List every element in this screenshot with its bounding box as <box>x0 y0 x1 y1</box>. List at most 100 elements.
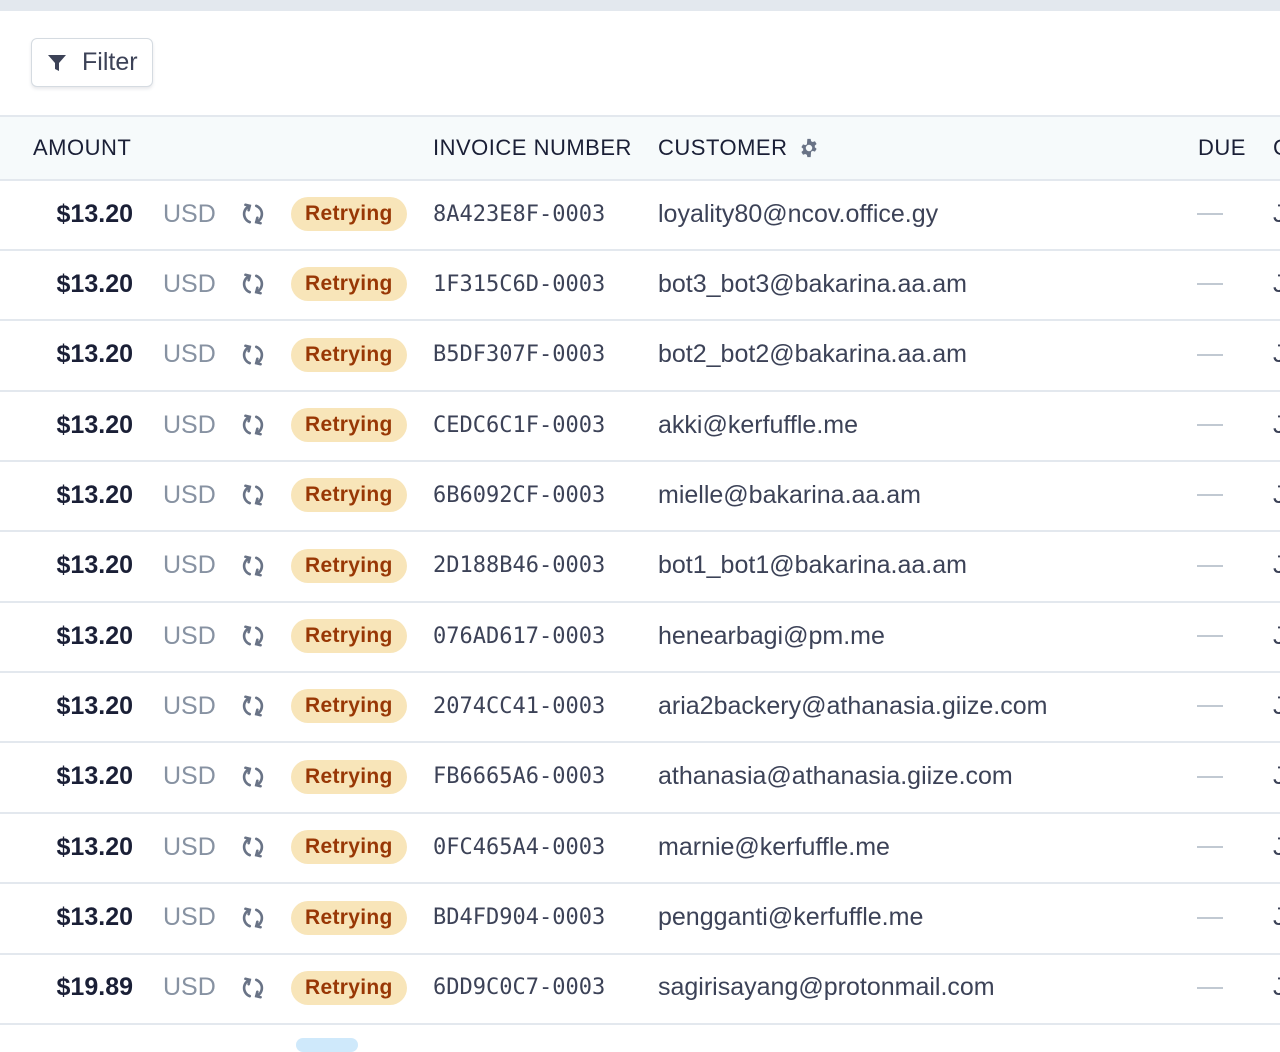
customer-email: loyality80@ncov.office.gy <box>658 199 939 228</box>
table-row[interactable]: $13.20 USD Retrying CEDC6C1F-0003 akki@kerfu… <box>0 390 1280 463</box>
invoice-number: 2D188B46-0003 <box>433 553 606 579</box>
column-header-customer[interactable]: CUSTOMER <box>658 117 820 179</box>
table-header: AMOUNT INVOICE NUMBER CUSTOMER DUE C <box>0 117 1280 181</box>
due-dash-icon <box>1197 705 1223 708</box>
invoice-number: 0FC465A4-0003 <box>433 834 606 860</box>
amount-value: $13.20 <box>56 832 133 861</box>
customer-email: mielle@bakarina.aa.am <box>658 480 922 509</box>
invoice-number: 8A423E8F-0003 <box>433 201 606 227</box>
currency-code: USD <box>163 551 216 580</box>
status-badge: Retrying <box>291 390 407 460</box>
gear-icon[interactable] <box>798 137 820 159</box>
table-row[interactable]: $13.20 USD Retrying 0FC465A4-0003 marnie@ker… <box>0 812 1280 885</box>
status-badge: Retrying <box>291 601 407 671</box>
table-row[interactable]: $13.20 USD Retrying FB6665A6-0003 athanasia@… <box>0 742 1280 814</box>
currency-code: USD <box>163 903 216 931</box>
filter-button-label: Filter <box>82 48 138 76</box>
table-row[interactable]: $13.20 USD Retrying 1F315C6D-0003 bot3_bot3@… <box>0 249 1280 322</box>
next-column-value: J <box>1273 340 1280 369</box>
column-header-due[interactable]: DUE <box>1198 117 1246 179</box>
retry-icon <box>240 531 266 601</box>
status-badge-label: Retrying <box>291 478 407 513</box>
status-badge: Retrying <box>291 742 407 812</box>
retry-icon <box>240 460 266 530</box>
next-column-value: J <box>1273 903 1280 931</box>
customer-email: akki@kerfuffle.me <box>658 410 858 439</box>
customer-email: athanasia@athanasia.giize.com <box>658 762 1013 791</box>
status-badge-label: Retrying <box>291 759 407 794</box>
retry-icon <box>240 179 266 249</box>
status-badge: Retrying <box>291 671 407 741</box>
amount-value: $13.20 <box>56 199 133 228</box>
due-dash-icon <box>1197 986 1223 989</box>
due-empty-dash <box>1197 883 1223 953</box>
due-empty-dash <box>1197 179 1223 249</box>
top-border-strip <box>0 0 1280 11</box>
customer-email: bot2_bot2@bakarina.aa.am <box>658 340 967 369</box>
due-dash-icon <box>1197 846 1223 849</box>
next-column-value: J <box>1273 410 1280 439</box>
amount-value: $13.20 <box>56 340 133 369</box>
table-row[interactable]: $19.89 USD Retrying 6DD9C0C7-0003 sagirisaya… <box>0 953 1280 1025</box>
currency-code: USD <box>163 410 216 439</box>
next-column-value: J <box>1273 973 1280 1002</box>
column-header-amount[interactable]: AMOUNT <box>33 117 131 179</box>
retry-icon <box>240 601 266 671</box>
status-badge: Retrying <box>291 531 407 601</box>
retry-icon <box>240 390 266 460</box>
retry-icon <box>240 953 266 1023</box>
table-row[interactable]: $13.20 USD Retrying 076AD617-0003 henearbagi… <box>0 601 1280 674</box>
status-badge-label: Retrying <box>291 408 407 443</box>
filter-funnel-icon <box>46 52 68 74</box>
table-row[interactable]: $13.20 USD Retrying BD4FD904-0003 pengganti@… <box>0 883 1280 955</box>
table-row[interactable]: $13.20 USD Retrying 2D188B46-0003 bot1_bot1@… <box>0 531 1280 603</box>
table-row[interactable]: $13.20 USD Retrying 8A423E8F-0003 loyality80… <box>0 179 1280 251</box>
column-header-next[interactable]: C <box>1273 117 1280 179</box>
filter-button[interactable]: Filter <box>31 38 153 87</box>
status-badge-label: Retrying <box>291 548 407 583</box>
invoice-number: B5DF307F-0003 <box>433 342 606 368</box>
amount-value: $13.20 <box>56 903 133 931</box>
due-dash-icon <box>1197 635 1223 638</box>
customer-email: sagirisayang@protonmail.com <box>658 973 995 1002</box>
status-badge: Retrying <box>291 812 407 882</box>
status-badge-label: Retrying <box>291 267 407 302</box>
due-empty-dash <box>1197 460 1223 530</box>
invoice-number: 2074CC41-0003 <box>433 693 606 719</box>
currency-code: USD <box>163 621 216 650</box>
table-row[interactable]: $13.20 USD Retrying 2074CC41-0003 aria2backe… <box>0 671 1280 744</box>
table-row[interactable]: $13.20 USD Retrying B5DF307F-0003 bot2_bot2@… <box>0 320 1280 392</box>
due-empty-dash <box>1197 953 1223 1023</box>
next-column-value: J <box>1273 199 1280 228</box>
status-badge: Retrying <box>291 249 407 319</box>
due-empty-dash <box>1197 812 1223 882</box>
invoice-number: 1F315C6D-0003 <box>433 271 606 297</box>
next-column-value: J <box>1273 269 1280 298</box>
due-dash-icon <box>1197 775 1223 778</box>
status-badge: Retrying <box>291 179 407 249</box>
amount-value: $13.20 <box>56 762 133 791</box>
customer-email: henearbagi@pm.me <box>658 621 885 650</box>
table-row[interactable]: $13.20 USD Retrying 6B6092CF-0003 mielle@bak… <box>0 460 1280 533</box>
due-dash-icon <box>1197 424 1223 427</box>
currency-code: USD <box>163 480 216 509</box>
status-badge: Retrying <box>291 320 407 390</box>
status-badge-label: Retrying <box>291 689 407 724</box>
status-badge: Retrying <box>291 460 407 530</box>
invoice-number: 6B6092CF-0003 <box>433 482 606 508</box>
column-header-invoice-number[interactable]: INVOICE NUMBER <box>433 117 632 179</box>
customer-email: pengganti@kerfuffle.me <box>658 903 924 931</box>
status-badge-label: Retrying <box>291 900 407 935</box>
partial-status-badge <box>296 1038 358 1052</box>
status-badge-label: Retrying <box>291 830 407 865</box>
invoice-number: CEDC6C1F-0003 <box>433 412 606 438</box>
due-empty-dash <box>1197 742 1223 812</box>
amount-value: $13.20 <box>56 410 133 439</box>
retry-icon <box>240 742 266 812</box>
status-badge: Retrying <box>291 953 407 1023</box>
status-badge: Retrying <box>291 883 407 953</box>
currency-code: USD <box>163 762 216 791</box>
currency-code: USD <box>163 340 216 369</box>
retry-icon <box>240 249 266 319</box>
invoice-number: BD4FD904-0003 <box>433 905 606 930</box>
